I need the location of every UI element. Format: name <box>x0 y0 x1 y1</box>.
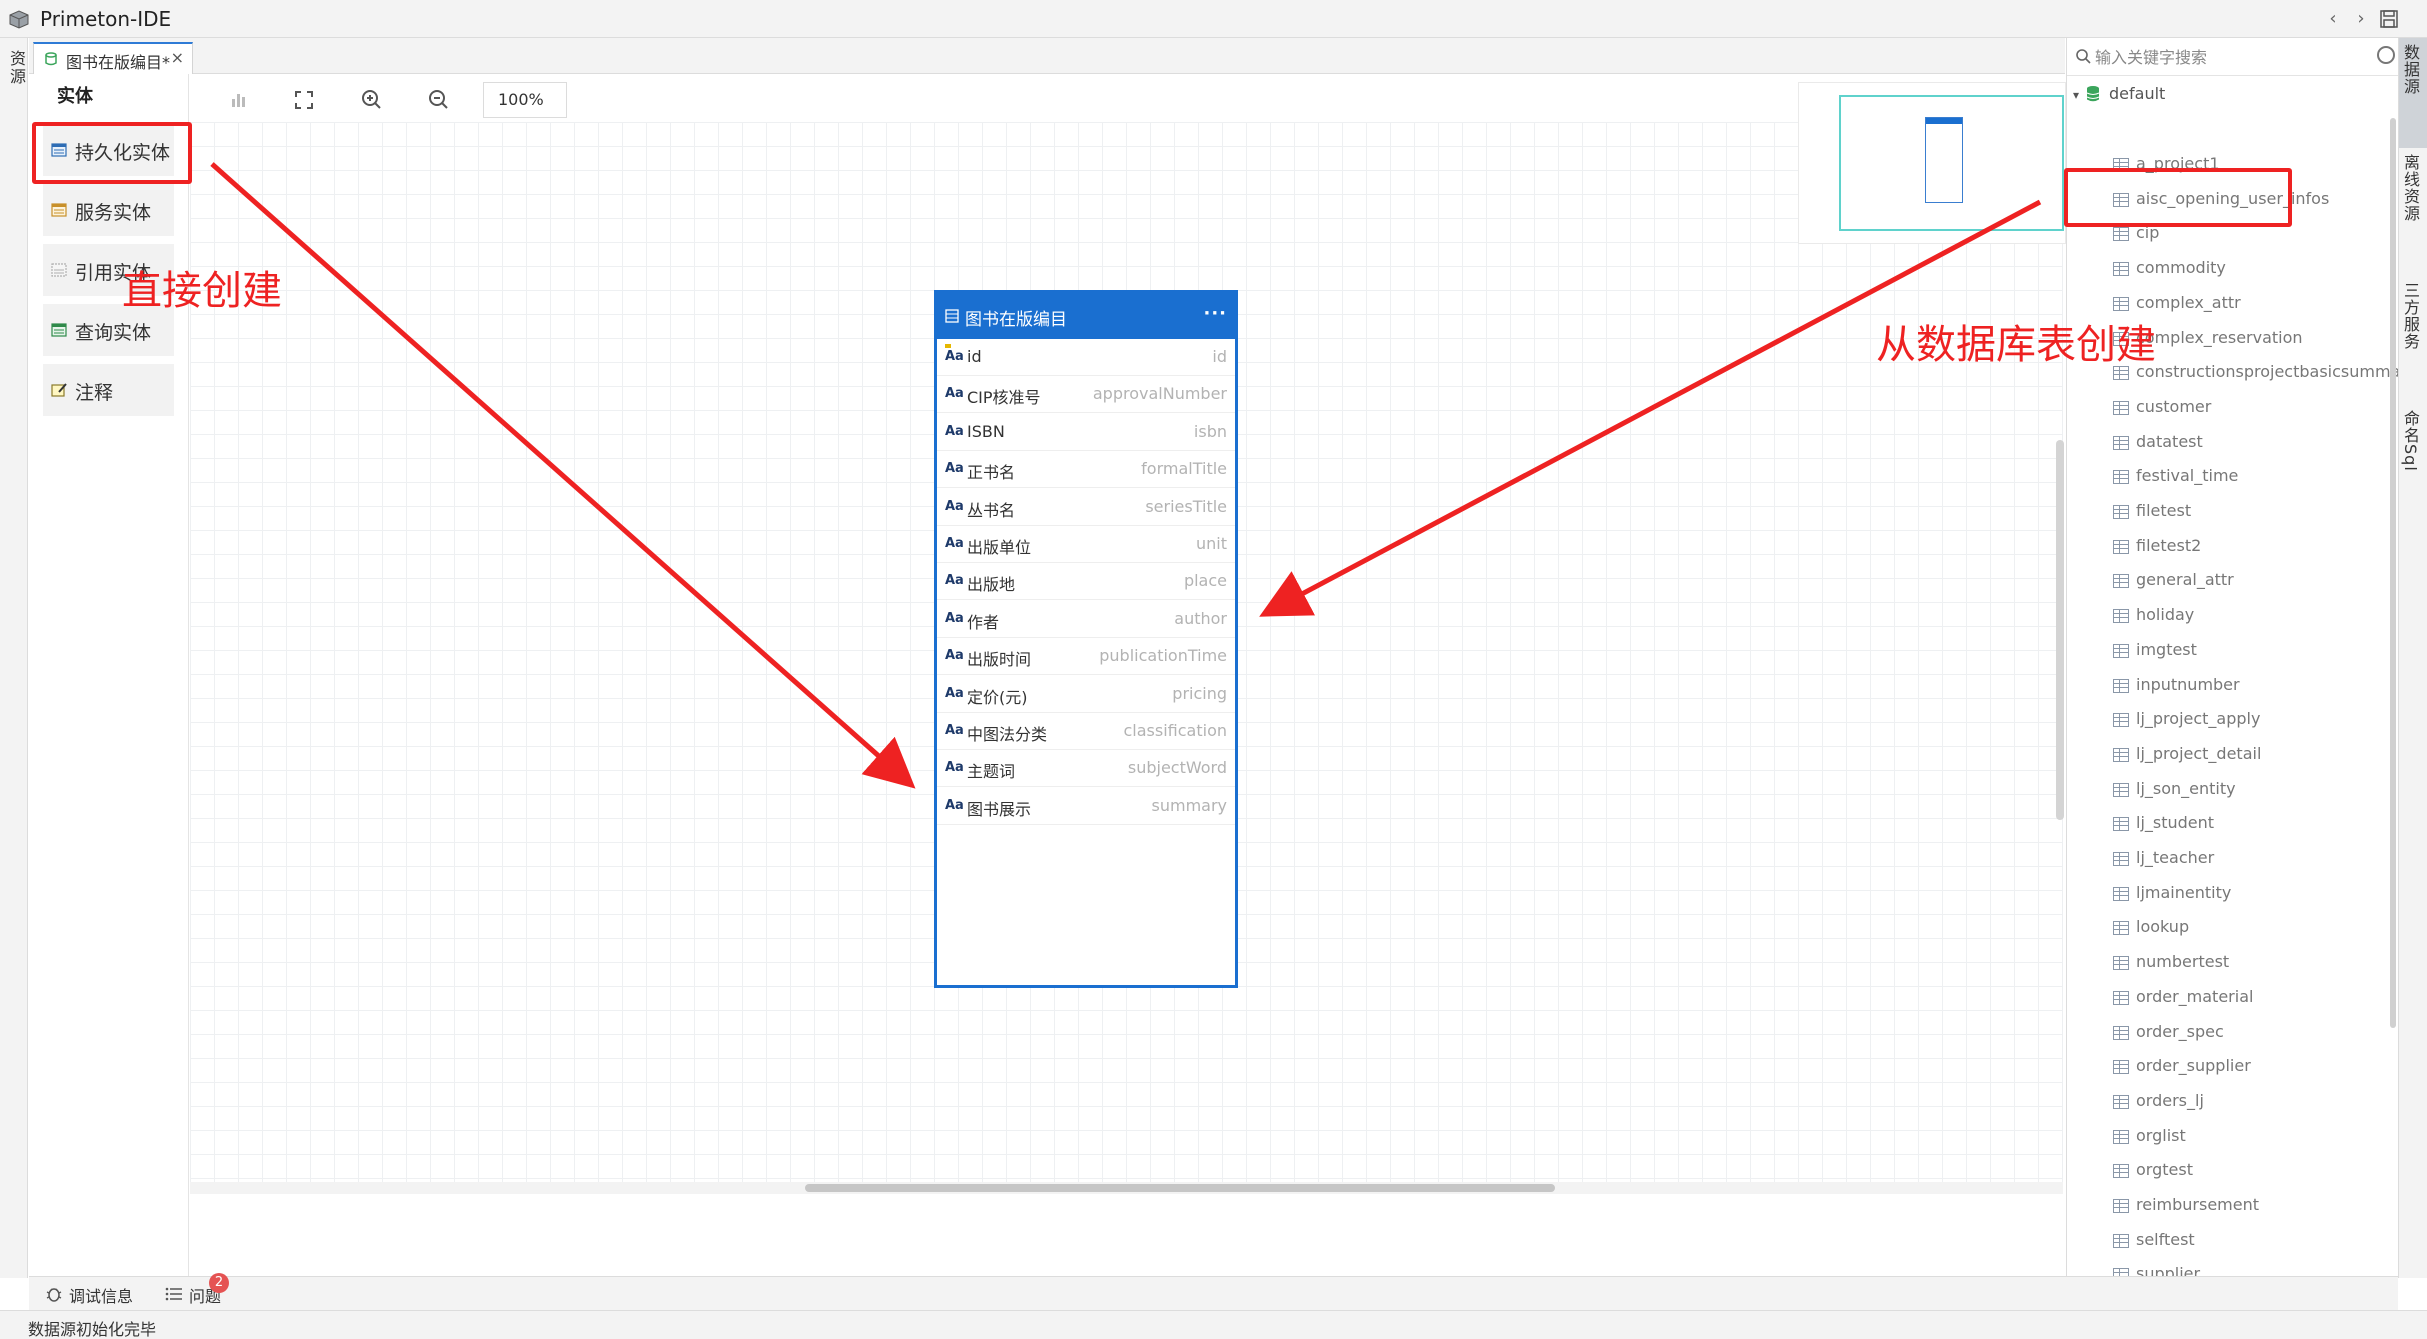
annotation-arrows <box>210 162 2042 789</box>
arrow-from-table-create <box>1259 199 2042 617</box>
arrow-direct-create <box>210 162 916 789</box>
